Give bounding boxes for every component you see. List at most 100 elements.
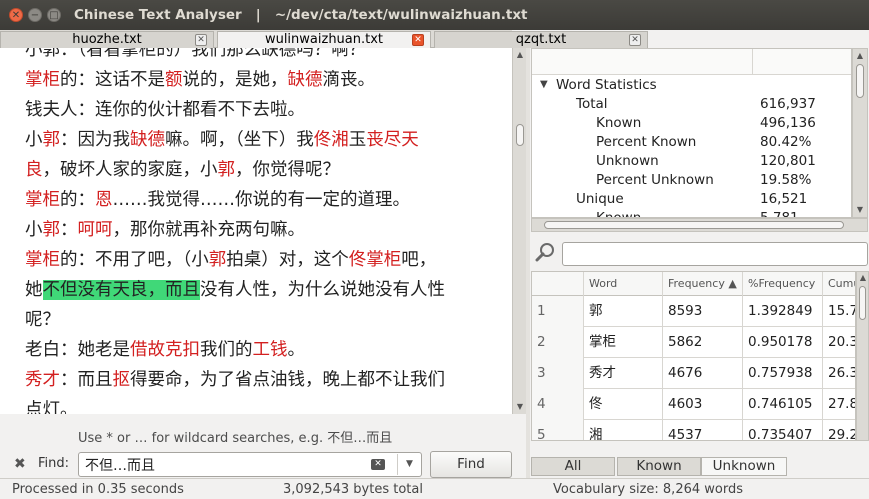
text-line: 点灯。 [25, 395, 495, 414]
close-icon[interactable]: ✕ [412, 34, 424, 46]
text-segment: 点灯。 [25, 400, 78, 414]
table-cell: 0.735407 [743, 420, 823, 440]
word-filter-box[interactable] [562, 242, 868, 266]
window-close-button[interactable]: ✕ [9, 8, 23, 22]
unknown-word: 郭 [42, 220, 61, 240]
text-segment: 小郭：（看看掌柜的）我们那么缺德吗？啊？ [25, 48, 367, 60]
tab-unknown[interactable]: Unknown [701, 457, 787, 476]
scroll-thumb[interactable] [856, 64, 864, 98]
stats-row[interactable]: Percent Unknown 19.58% [532, 171, 851, 190]
text-segment: ，你觉得呢？ [235, 160, 340, 180]
close-icon[interactable]: ✕ [195, 34, 207, 46]
stats-header [532, 49, 851, 75]
find-input[interactable] [85, 454, 365, 475]
scroll-down-arrow-icon[interactable]: ▼ [855, 205, 865, 215]
scroll-up-arrow-icon[interactable]: ▲ [515, 50, 525, 60]
unknown-word: 掌柜 [25, 190, 60, 210]
table-cell: 佟 [584, 389, 663, 420]
close-find-icon[interactable]: ✖ [14, 456, 26, 472]
text-segment: 拍桌）对，这个 [226, 250, 349, 270]
find-combobox[interactable]: ✕ ▼ [78, 452, 422, 477]
word-filter-input[interactable] [569, 244, 859, 264]
table-scrollbar[interactable]: ▲ [856, 271, 869, 441]
table-row[interactable]: 1 郭 8593 1.392849 15.7 [532, 296, 855, 327]
stat-value: 16,521 [760, 191, 808, 207]
text-scrollbar[interactable]: ▲ ▼ [512, 48, 526, 414]
stats-row[interactable]: Known 496,136 [532, 114, 851, 133]
window-maximize-button[interactable]: □ [47, 8, 61, 22]
text-segment: 滴丧。 [322, 70, 376, 90]
column-header[interactable]: %Frequency [743, 272, 823, 296]
scroll-down-arrow-icon[interactable]: ▼ [515, 402, 525, 412]
table-row[interactable]: 2 掌柜 5862 0.950178 20.3 [532, 327, 855, 358]
text-line: 老白：她老是借故克扣我们的工钱。 [25, 335, 495, 365]
unknown-word: 掌柜 [25, 250, 60, 270]
unknown-word: 良 [25, 160, 43, 180]
column-header[interactable] [532, 272, 584, 296]
stats-row[interactable]: Percent Known 80.42% [532, 133, 851, 152]
stats-row[interactable]: Total 616,937 [532, 95, 851, 114]
scroll-up-arrow-icon[interactable]: ▲ [858, 273, 868, 283]
word-frequency-table[interactable]: WordFrequency ▲%FrequencyCumulative 1郭85… [531, 271, 856, 441]
stats-row[interactable]: ▼ Word Statistics [532, 76, 851, 95]
scroll-up-arrow-icon[interactable]: ▲ [855, 51, 865, 61]
table-row[interactable]: 4 佟 4603 0.746105 27.8 [532, 389, 855, 420]
table-row[interactable]: 3 秀才 4676 0.757938 26.3 [532, 358, 855, 389]
tab-wulinwaizhuan[interactable]: wulinwaizhuan.txt ✕ [217, 31, 431, 49]
column-header[interactable]: Cumulative [823, 272, 855, 296]
scroll-thumb[interactable] [516, 124, 524, 146]
unknown-word: 恩 [95, 190, 113, 210]
table-cell: 掌柜 [584, 327, 663, 358]
text-segment: 的： [60, 190, 95, 210]
text-segment: 说的，是她， [182, 70, 288, 90]
statistics-tree[interactable]: ▼ Word Statistics Total 616,937 Known 496,136… [531, 48, 852, 218]
column-header[interactable]: Frequency ▲ [663, 272, 743, 296]
expand-arrow-icon[interactable]: ▼ [540, 79, 548, 90]
scroll-thumb[interactable] [859, 286, 866, 320]
dropdown-arrow-icon[interactable]: ▼ [397, 454, 421, 475]
text-segment: 玉 [348, 130, 367, 150]
text-segment: 小 [25, 220, 43, 240]
table-cell: 15.7 [823, 296, 855, 327]
table-cell: 郭 [584, 296, 663, 327]
pane-splitter[interactable] [526, 48, 530, 478]
table-cell: 湘 [584, 420, 663, 440]
text-segment: 的：这话不是 [60, 70, 165, 90]
app-window: ✕ − □ Chinese Text Analyser | ~/dev/cta/… [0, 0, 869, 499]
tab-qzqt[interactable]: qzqt.txt ✕ [434, 31, 648, 48]
row-number: 2 [532, 327, 584, 358]
table-cell: 27.8 [823, 389, 855, 420]
row-number: 3 [532, 358, 584, 389]
text-line: 她不但没有天良，而且没有人性，为什么说她没有人性 [25, 275, 495, 305]
close-icon[interactable]: ✕ [629, 34, 641, 46]
tab-label: wulinwaizhuan.txt [264, 32, 384, 47]
stats-vertical-scrollbar[interactable]: ▲ ▼ [852, 48, 868, 218]
window-minimize-button[interactable]: − [28, 8, 42, 22]
unknown-word: 佟湘 [313, 130, 349, 150]
stat-name: Known [596, 115, 642, 131]
table-cell: 1.392849 [743, 296, 823, 327]
tab-known[interactable]: Known [617, 457, 701, 476]
title-bar: ✕ − □ Chinese Text Analyser | ~/dev/cta/… [0, 0, 869, 30]
unknown-word: 丧尽天 [366, 130, 419, 150]
stats-row[interactable]: Unique 16,521 [532, 190, 851, 209]
stats-row[interactable]: Unknown 120,801 [532, 152, 851, 171]
column-header[interactable]: Word [584, 272, 663, 296]
file-tab-bar: huozhe.txt ✕ wulinwaizhuan.txt ✕ qzqt.tx… [0, 30, 648, 49]
stats-horizontal-scrollbar[interactable] [531, 218, 868, 232]
table-row[interactable]: 5 湘 4537 0.735407 29.2 [532, 420, 855, 440]
wildcard-hint: Use * or … for wildcard searches, e.g. 不… [78, 431, 393, 446]
table-cell: 8593 [663, 296, 743, 327]
clear-input-icon[interactable]: ✕ [371, 459, 385, 470]
scroll-thumb[interactable] [544, 221, 844, 229]
tab-label: huozhe.txt [72, 32, 142, 47]
find-label: Find: [38, 456, 70, 471]
tab-huozhe[interactable]: huozhe.txt ✕ [0, 31, 214, 48]
stats-row[interactable]: Known 5,781 [532, 209, 851, 217]
text-segment: ，那你就再补充两句嘛。 [112, 220, 306, 240]
find-button[interactable]: Find [430, 451, 512, 478]
text-view[interactable]: 小郭：（看看掌柜的）我们那么缺德吗？啊？ 掌柜的：这话不是额说的，是她，缺德滴丧。… [0, 48, 512, 414]
unknown-word: 额 [165, 70, 183, 90]
tab-all[interactable]: All [531, 457, 615, 476]
text-segment: 呢？ [25, 310, 60, 330]
